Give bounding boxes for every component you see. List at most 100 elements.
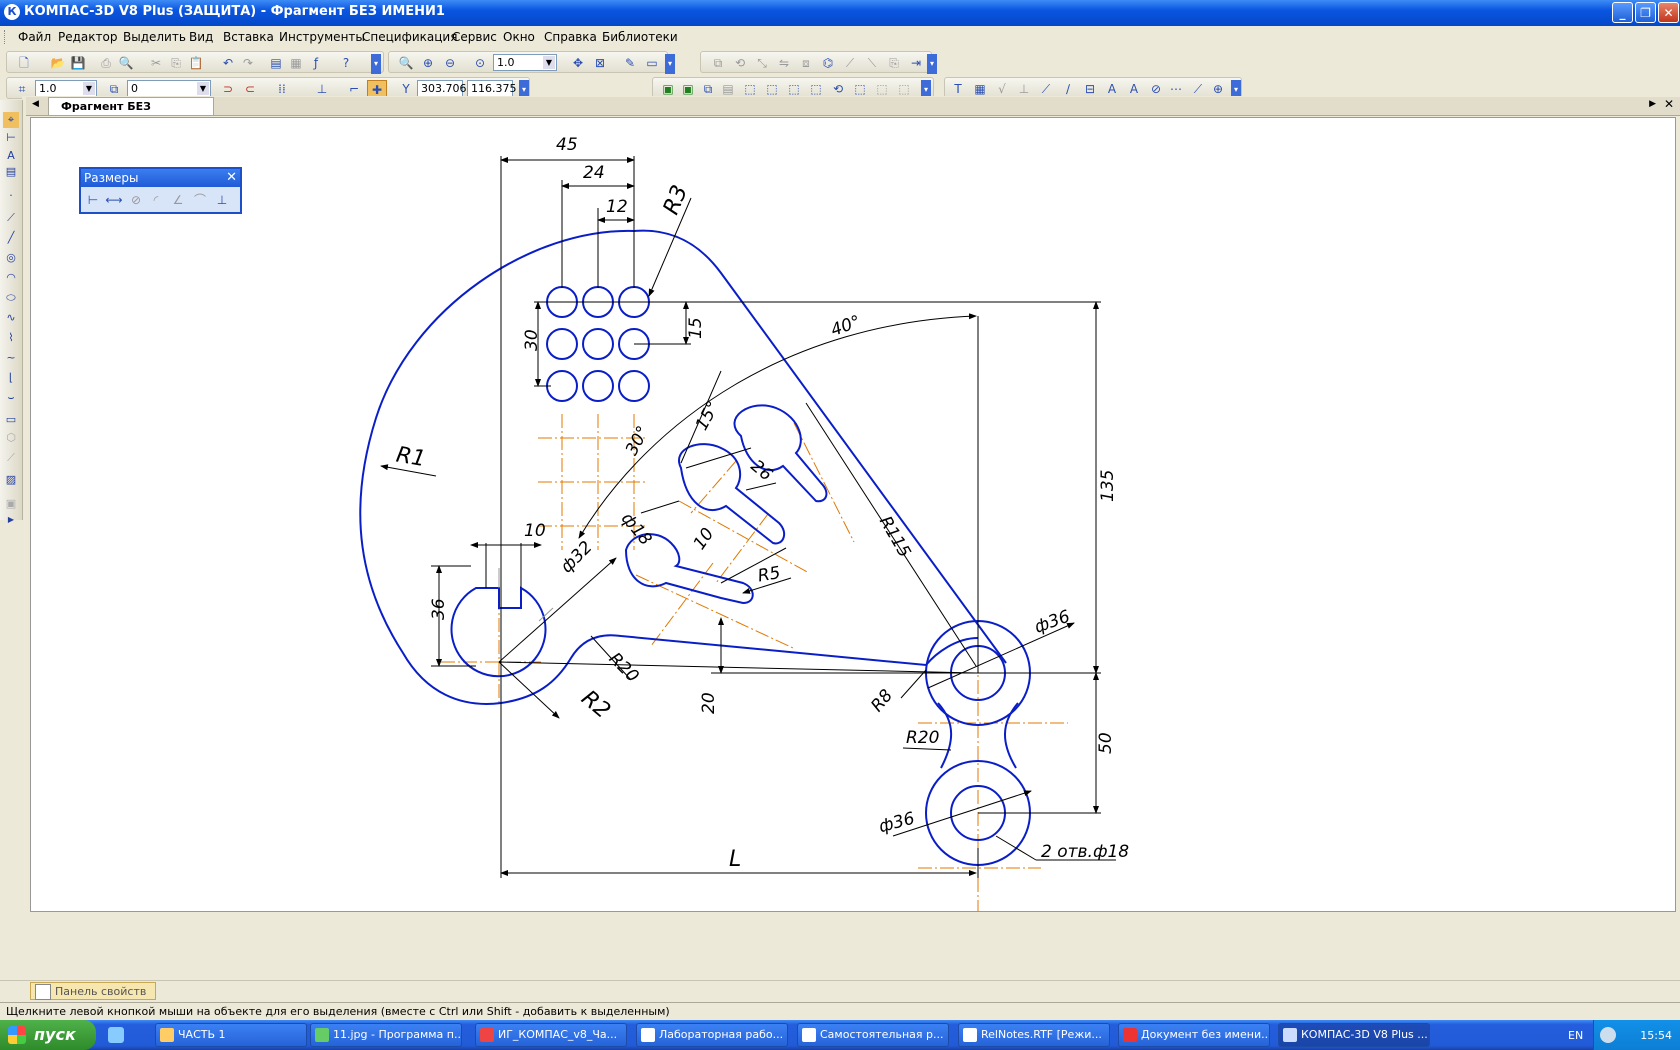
deform-icon[interactable]: ⌬ [819, 54, 837, 72]
step-input[interactable]: 1.0 ▼ [35, 80, 97, 97]
linear-dimension-icon[interactable]: ⟷ [105, 191, 123, 209]
menu-file[interactable]: Файл [18, 30, 51, 44]
menu-window[interactable]: Окно [503, 30, 535, 44]
edit-panel-icon[interactable]: ▤ [3, 164, 19, 180]
kompas-app-icon[interactable]: К [4, 4, 20, 20]
chevron-down-icon[interactable]: ▼ [197, 82, 209, 95]
hatch-panel-icon[interactable]: ▨ [3, 472, 19, 488]
tray-icon[interactable] [1600, 1027, 1616, 1043]
copy-objects-icon[interactable]: ⧈ [797, 54, 815, 72]
menu-editor[interactable]: Редактор [58, 30, 117, 44]
zoom-scale-icon[interactable]: ⊙ [471, 54, 489, 72]
save-icon[interactable]: 💾 [69, 54, 87, 72]
print-icon[interactable]: ⎙ [97, 54, 115, 72]
symmetry-icon[interactable]: ⇋ [775, 54, 793, 72]
menubar-grip[interactable] [4, 30, 8, 44]
annotations-panel-icon[interactable]: A [3, 148, 19, 164]
zoom-in-icon[interactable]: ⊕ [419, 54, 437, 72]
segment-icon[interactable]: ╱ [3, 230, 19, 246]
bezier-icon[interactable]: ~ [3, 350, 19, 366]
trim-icon[interactable]: ⟋ [841, 54, 859, 72]
close-icon[interactable]: ✕ [226, 169, 237, 187]
menu-tools[interactable]: Инструменты [279, 30, 365, 44]
refresh-icon[interactable]: ✎ [621, 54, 639, 72]
close-document-icon[interactable]: ✕ [1664, 97, 1674, 111]
layer-input[interactable]: 0 ▼ [127, 80, 211, 97]
scale-icon[interactable]: ⤡ [753, 54, 771, 72]
start-button[interactable]: пуск [0, 1020, 96, 1050]
rotate-icon[interactable]: ⟲ [731, 54, 749, 72]
show-all-icon[interactable]: ⊠ [591, 54, 609, 72]
menu-select[interactable]: Выделить [123, 30, 186, 44]
diameter-dimension-icon[interactable]: ⊘ [127, 191, 145, 209]
height-dimension-icon[interactable]: ⊥ [213, 191, 231, 209]
arc-icon[interactable]: ◠ [3, 270, 19, 286]
spline-icon[interactable]: ∿ [3, 310, 19, 326]
menu-help[interactable]: Справка [544, 30, 597, 44]
zoom-window-icon[interactable]: 🔍 [397, 54, 415, 72]
copy-icon[interactable]: ⎘ [167, 54, 185, 72]
tab-scroll-left-icon[interactable]: ◀ [32, 99, 39, 109]
toolbar-overflow[interactable]: ▾ [927, 54, 937, 74]
tab-scroll-right-icon[interactable]: ▶ [1649, 99, 1656, 109]
fillet-icon[interactable]: ⌣ [3, 390, 19, 406]
new-icon[interactable]: 🗋 [15, 54, 33, 72]
pan-icon[interactable]: ✥ [569, 54, 587, 72]
task-button-active[interactable]: КОМПАС-3D V8 Plus ... [1278, 1023, 1430, 1047]
manager-icon[interactable]: ▤ [267, 54, 285, 72]
task-button[interactable]: ЧАСТЬ 1 [155, 1023, 307, 1047]
task-button[interactable]: Документ без имени... [1118, 1023, 1270, 1047]
cut-icon[interactable]: ✂ [147, 54, 165, 72]
polyline-icon[interactable]: ⌇ [3, 330, 19, 346]
undo-icon[interactable]: ↶ [219, 54, 237, 72]
toolbar-overflow[interactable]: ▾ [665, 54, 675, 74]
help-pointer-icon[interactable]: ? [337, 54, 355, 72]
collection-icon[interactable]: ▣ [3, 496, 19, 512]
chamfer-icon[interactable]: ⌊ [3, 370, 19, 386]
display-icon[interactable]: ▭ [643, 54, 661, 72]
fx-icon[interactable]: ƒ [307, 54, 325, 72]
task-button[interactable]: Самостоятельная р... [797, 1023, 949, 1047]
cursor-x-field[interactable]: 303.706 [417, 80, 467, 97]
radius-dimension-icon[interactable]: ◜ [147, 191, 165, 209]
menu-insert[interactable]: Вставка [223, 30, 274, 44]
clipboard-icon[interactable]: ⎘ [885, 54, 903, 72]
property-panel-tab[interactable]: Панель свойств [30, 982, 156, 1000]
task-button[interactable]: RelNotes.RTF [Режи... [958, 1023, 1110, 1047]
redo-icon[interactable]: ↷ [239, 54, 257, 72]
variables-icon[interactable]: ▦ [287, 54, 305, 72]
rectangle-icon[interactable]: ▭ [3, 412, 19, 428]
clock[interactable]: 15:54 [1640, 1029, 1672, 1042]
menu-libraries[interactable]: Библиотеки [602, 30, 678, 44]
zoom-input[interactable]: 1.0 ▼ [493, 54, 557, 71]
open-icon[interactable]: 📂 [49, 54, 67, 72]
panel-expand-icon[interactable]: ▶ [3, 512, 19, 528]
tab-fragment[interactable]: Фрагмент БЕЗ ИМЕНИ1 [48, 97, 214, 130]
task-button[interactable]: ИГ_КОМПАС_v8_Ча... [475, 1023, 627, 1047]
maximize-button[interactable]: ❐ [1635, 2, 1656, 23]
minimize-button[interactable]: _ [1612, 2, 1633, 23]
palette-title[interactable]: Размеры [81, 169, 240, 187]
preview-icon[interactable]: 🔍 [117, 54, 135, 72]
auxiliary-line-icon[interactable]: ⟋ [3, 210, 19, 226]
ellipse-icon[interactable]: ⬭ [3, 290, 19, 306]
circle-icon[interactable]: ◎ [3, 250, 19, 266]
angular-dimension-icon[interactable]: ∠ [169, 191, 187, 209]
close-button[interactable]: ✕ [1658, 2, 1679, 23]
task-button[interactable]: 11.jpg - Программа п... [310, 1023, 462, 1047]
paste-icon[interactable]: 📋 [187, 54, 205, 72]
task-button[interactable]: Лабораторная рабо... [636, 1023, 788, 1047]
extend-icon[interactable]: ⇥ [907, 54, 925, 72]
toolbar-overflow[interactable]: ▾ [371, 54, 381, 74]
move-icon[interactable]: ⧉ [709, 54, 727, 72]
language-indicator[interactable]: EN [1568, 1029, 1583, 1042]
chevron-down-icon[interactable]: ▼ [83, 82, 95, 95]
menu-view[interactable]: Вид [189, 30, 213, 44]
break-icon[interactable]: ⟍ [863, 54, 881, 72]
auto-dimension-icon[interactable]: ⊢ [84, 191, 102, 209]
quicklaunch-icon[interactable] [108, 1027, 124, 1043]
menu-specification[interactable]: Спецификация [362, 30, 457, 44]
arc-dimension-icon[interactable]: ⌒ [191, 191, 209, 209]
fragment-drawing[interactable]: 45 24 12 R3 15 30 40° 15° 30° 26 ф18 10 … [31, 118, 1675, 911]
zoom-out-icon[interactable]: ⊖ [441, 54, 459, 72]
